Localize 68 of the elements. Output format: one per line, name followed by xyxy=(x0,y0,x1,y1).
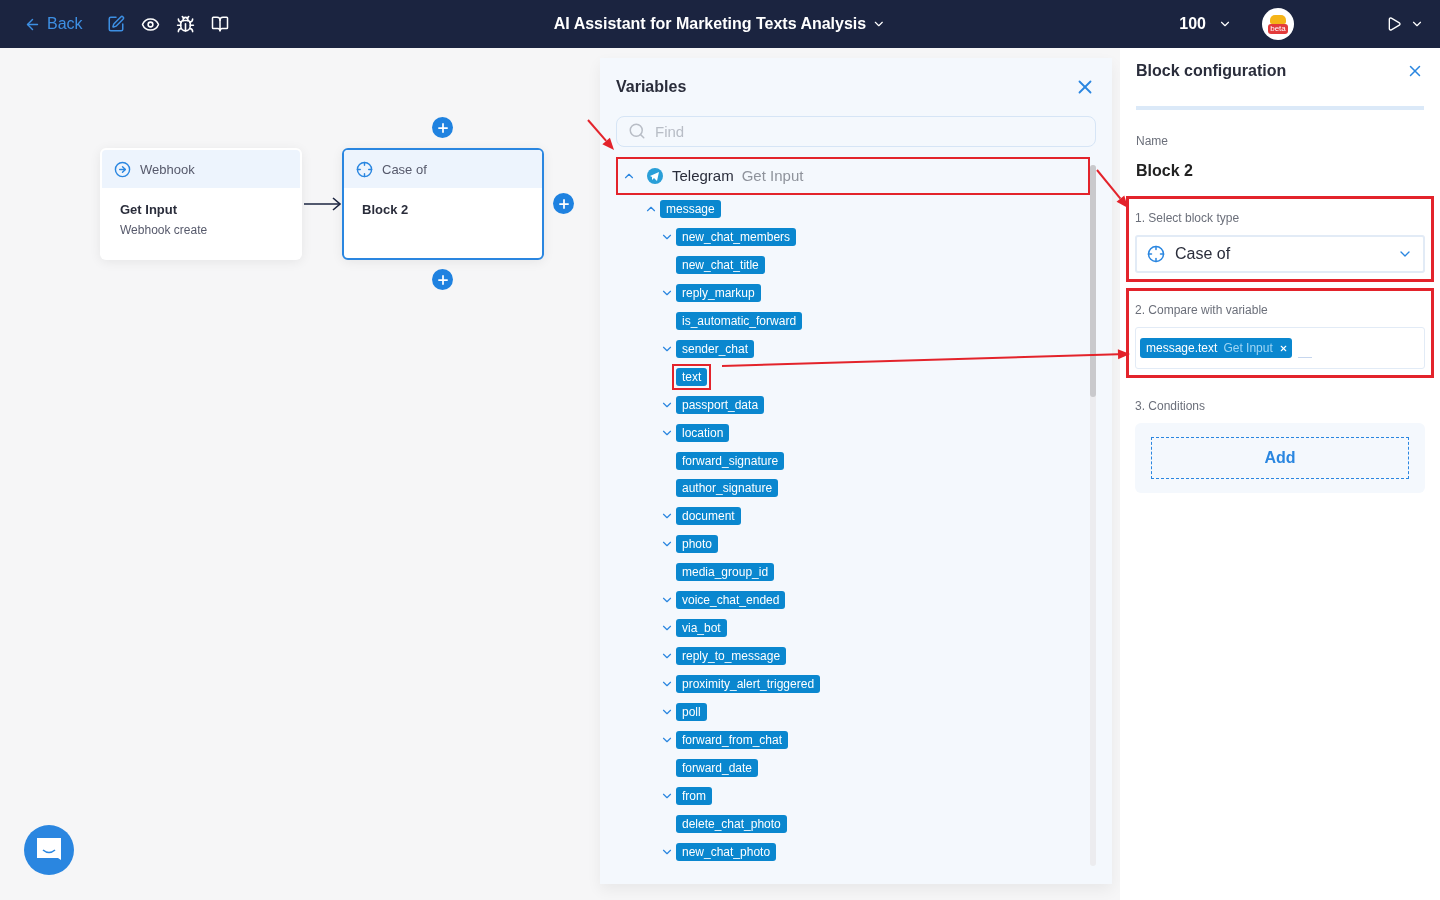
panel-title: Variables xyxy=(616,78,687,96)
telegram-icon xyxy=(646,166,664,185)
plus-icon xyxy=(556,196,571,211)
plus-icon xyxy=(435,272,450,287)
variable-chip[interactable]: reply_to_message xyxy=(676,647,787,666)
variable-chip[interactable]: author_signature xyxy=(676,479,779,498)
search-field[interactable]: Find xyxy=(616,116,1096,147)
node-title: Block 2 xyxy=(362,202,410,217)
bug-icon[interactable] xyxy=(175,14,195,34)
add-button[interactable]: Add xyxy=(1151,437,1409,479)
project-title[interactable]: AI Assistant for Marketing Texts Analysis xyxy=(549,11,891,37)
variable-chip[interactable]: is_automatic_forward xyxy=(676,311,803,330)
edit-icon[interactable] xyxy=(106,15,125,33)
block-type-select[interactable]: Case of xyxy=(1135,235,1425,273)
variable-chip[interactable]: new_chat_members xyxy=(676,227,797,246)
block-node[interactable]: Webhook Get Input Webhook create xyxy=(100,148,302,260)
variable-chip[interactable]: forward_date xyxy=(676,759,759,777)
play-icon xyxy=(1386,16,1402,32)
book-icon[interactable] xyxy=(210,15,229,33)
arrow-circle-icon xyxy=(114,160,131,178)
section-label: 2. Compare with variable xyxy=(1135,303,1269,317)
variable-chip[interactable]: via_bot xyxy=(676,619,727,638)
variable-chip[interactable]: delete_chat_photo xyxy=(676,814,787,833)
chat-button[interactable] xyxy=(24,825,74,875)
variable-chip[interactable]: voice_chat_ended xyxy=(676,591,786,610)
variable-chip[interactable]: proximity_alert_triggered xyxy=(676,675,821,694)
plus-icon xyxy=(435,120,450,135)
back-link[interactable]: Back xyxy=(24,15,83,33)
variable-chip[interactable]: new_chat_title xyxy=(676,255,765,274)
variable-field[interactable]: message.text Get Input xyxy=(1135,327,1425,369)
logo[interactable]: beta xyxy=(1262,8,1294,40)
node-type: Webhook xyxy=(140,161,195,177)
remove-icon[interactable] xyxy=(1278,343,1288,353)
add-block-button[interactable] xyxy=(553,193,574,214)
variable-chip[interactable]: poll xyxy=(676,703,707,722)
node-title: Get Input xyxy=(120,202,179,217)
node-type: Case of xyxy=(382,161,427,177)
tag-source: Get Input xyxy=(1223,341,1273,355)
variable-chip[interactable]: from xyxy=(676,786,712,805)
variable-chip[interactable]: forward_signature xyxy=(676,451,785,470)
tag-name: message.text xyxy=(1146,341,1218,355)
variable-chip[interactable]: forward_from_chat xyxy=(676,731,789,750)
annotation-arrow xyxy=(587,119,614,150)
panel-title: Block configuration xyxy=(1136,62,1287,80)
variable-chip[interactable]: reply_markup xyxy=(676,283,761,302)
variable-chip[interactable]: message xyxy=(660,199,721,218)
variable-chip[interactable]: document xyxy=(676,507,741,526)
source-item[interactable]: Telegram Get Input xyxy=(616,157,1090,195)
field-label: Name xyxy=(1136,134,1169,148)
block-name: Block 2 xyxy=(1136,162,1194,180)
scrollbar[interactable] xyxy=(1090,165,1096,866)
node-subtitle: Webhook create xyxy=(120,223,209,237)
section-label: 3. Conditions xyxy=(1135,399,1207,413)
variable-chip[interactable]: text xyxy=(676,367,708,386)
add-block-button[interactable] xyxy=(432,269,453,290)
variable-chip[interactable]: passport_data xyxy=(676,395,765,414)
zoom-select[interactable]: 100 xyxy=(1175,11,1236,37)
variable-chip[interactable]: media_group_id xyxy=(676,563,775,582)
add-block-button[interactable] xyxy=(432,117,453,138)
section-label: 1. Select block type xyxy=(1135,211,1241,225)
variable-chip[interactable]: sender_chat xyxy=(676,339,755,358)
connector-arrow xyxy=(303,197,343,211)
variable-chip[interactable]: location xyxy=(676,423,730,442)
crosshair-icon xyxy=(1147,245,1165,263)
variable-chip[interactable]: photo xyxy=(676,535,719,554)
crosshair-icon xyxy=(356,160,373,178)
block-node[interactable]: Case of Block 2 xyxy=(342,148,544,260)
variable-chip[interactable]: new_chat_photo xyxy=(676,842,777,861)
